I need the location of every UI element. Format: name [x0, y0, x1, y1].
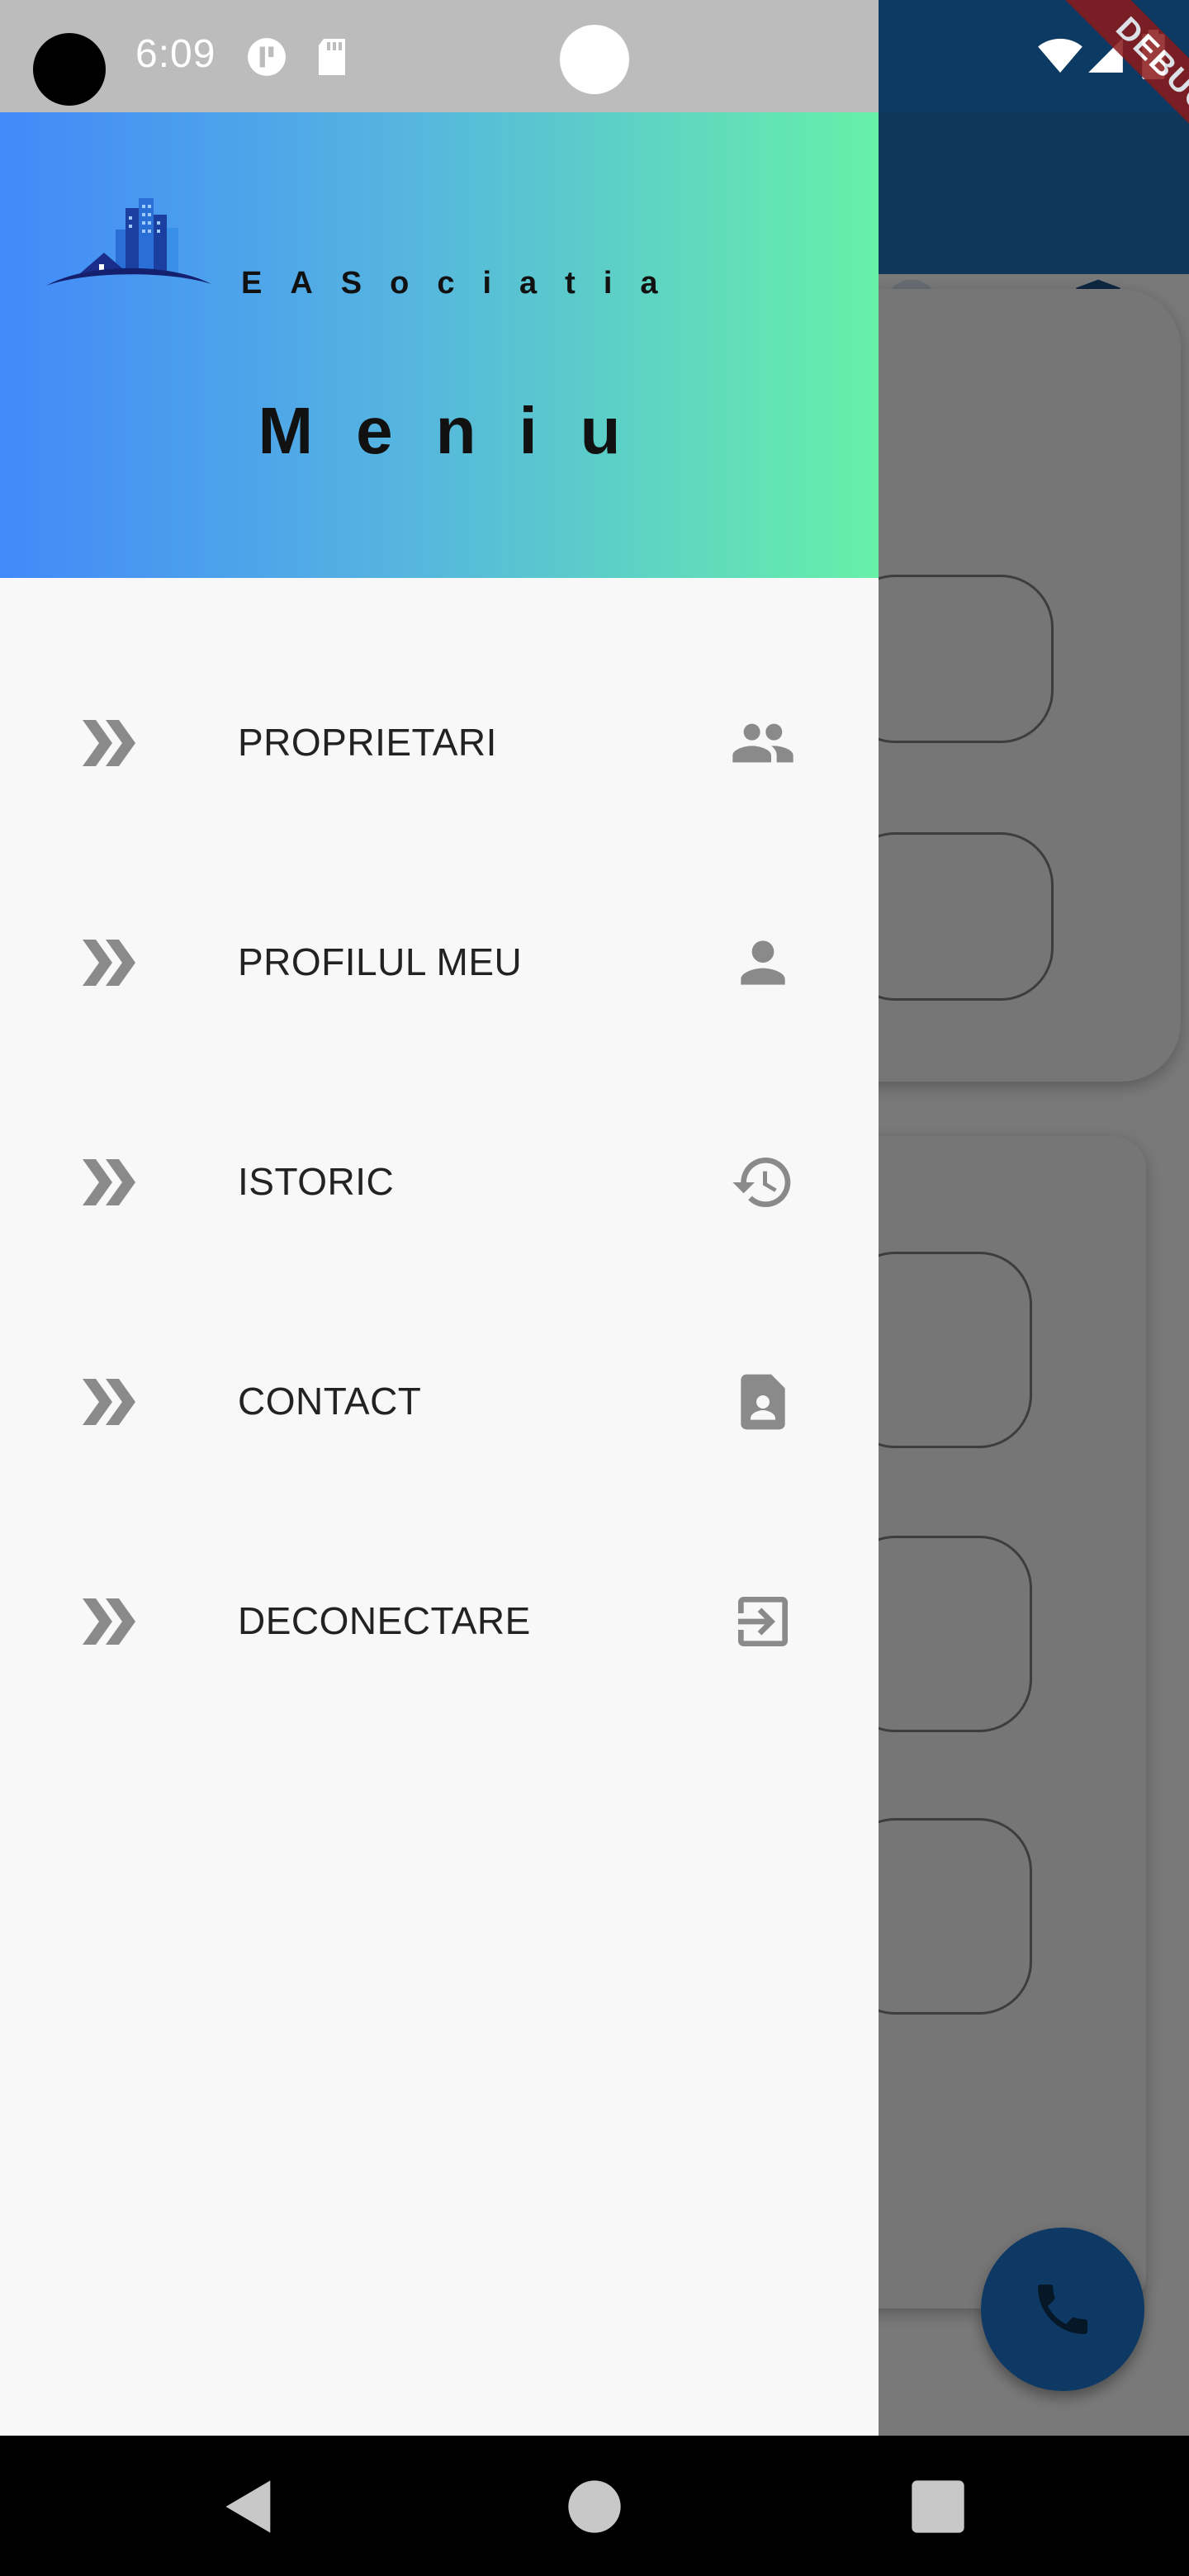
- double-chevron-icon: [83, 940, 135, 986]
- contact-card-icon: [741, 1374, 785, 1430]
- notification-app-icon: [248, 38, 286, 76]
- double-chevron-icon: [83, 1379, 135, 1425]
- menu-item-label: CONTACT: [238, 1380, 422, 1423]
- building-logo-icon: [46, 198, 211, 286]
- status-bar: 6:09 DEBUG: [0, 0, 1189, 170]
- front-sensor-dot: [560, 25, 629, 94]
- people-icon: [732, 723, 793, 763]
- sd-card-icon: [319, 39, 345, 75]
- home-icon[interactable]: [563, 2475, 626, 2538]
- menu-item-istoric[interactable]: ISTORIC: [0, 1100, 879, 1265]
- system-nav-bar: [0, 2436, 1189, 2576]
- back-icon[interactable]: [218, 2475, 281, 2538]
- double-chevron-icon: [83, 1598, 135, 1645]
- drawer-title: Meniu: [258, 394, 664, 467]
- menu-item-profilul-meu[interactable]: PROFILUL MEU: [0, 880, 879, 1045]
- brand-name: EASociatia: [241, 266, 686, 301]
- menu-item-proprietari[interactable]: PROPRIETARI: [0, 661, 879, 826]
- drawer-header: EASociatia Meniu: [0, 112, 879, 578]
- logout-icon: [738, 1597, 788, 1646]
- navigation-drawer: EASociatia Meniu PROPRIETARI PROFILUL ME…: [0, 112, 879, 2436]
- menu-item-label: ISTORIC: [238, 1160, 395, 1203]
- double-chevron-icon: [83, 1159, 135, 1205]
- menu-item-label: DECONECTARE: [238, 1599, 531, 1642]
- menu-item-label: PROPRIETARI: [238, 721, 497, 764]
- menu-item-contact[interactable]: CONTACT: [0, 1319, 879, 1485]
- person-icon: [741, 940, 785, 985]
- status-time: 6:09: [135, 32, 216, 76]
- double-chevron-icon: [83, 720, 135, 766]
- menu-item-deconectare[interactable]: DECONECTARE: [0, 1539, 879, 1704]
- history-icon: [732, 1158, 791, 1207]
- camera-cutout: [33, 33, 106, 106]
- menu-item-label: PROFILUL MEU: [238, 940, 523, 983]
- wifi-icon: [1038, 38, 1082, 73]
- recents-icon[interactable]: [907, 2475, 969, 2538]
